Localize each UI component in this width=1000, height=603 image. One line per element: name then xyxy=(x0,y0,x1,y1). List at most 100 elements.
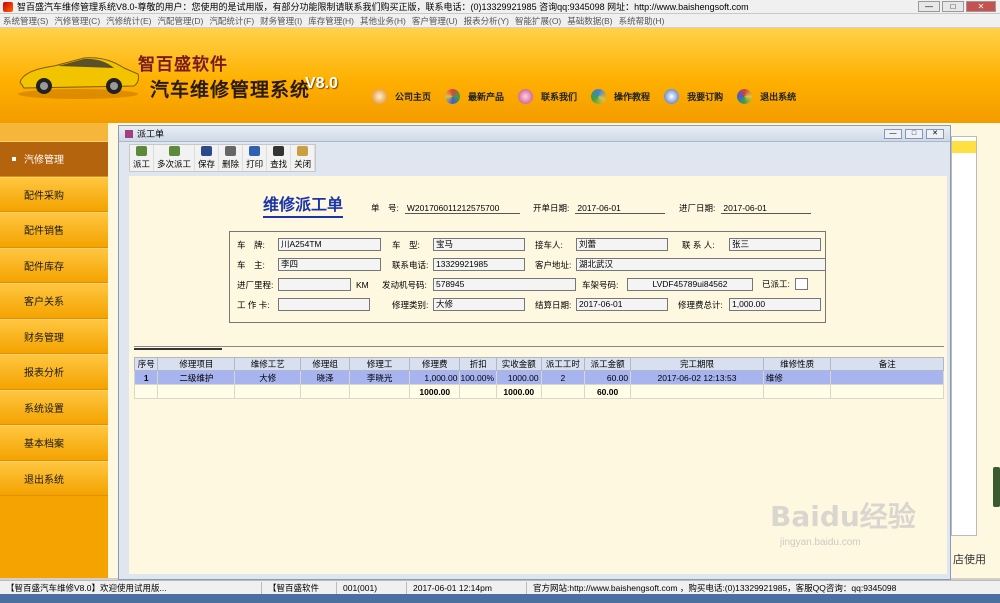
repair-type-field[interactable]: 大修 xyxy=(433,298,525,311)
title-bar: 智百盛汽车维修管理系统V8.0-尊敬的用户：您使用的是试用版，有部分功能限制请联… xyxy=(0,0,1000,14)
menu-reports[interactable]: 报表分析(Y) xyxy=(461,15,512,27)
open-date-value[interactable]: 2017-06-01 xyxy=(575,203,666,214)
close-button[interactable]: 关闭 xyxy=(291,145,316,171)
nav-order-link[interactable]: 我要订购 xyxy=(664,89,723,104)
table-cell[interactable]: 维修 xyxy=(762,370,832,385)
table-cell[interactable]: 1,000.00 xyxy=(409,370,461,385)
vin-field[interactable]: LVDF45789ui84562 xyxy=(627,278,753,291)
column-header[interactable]: 维修性质 xyxy=(762,357,832,371)
table-row[interactable]: 1 二级维护 大修 晓泽 李晓光 1,000.00 100.00% 1000.0… xyxy=(133,370,944,385)
sidebar-item-finance[interactable]: 财务管理 xyxy=(0,318,108,354)
brand-version: V8.0 xyxy=(305,75,338,92)
sidebar-item-stock[interactable]: 配件库存 xyxy=(0,247,108,283)
owner-field[interactable]: 李四 xyxy=(278,258,381,271)
sidebar-item-settings[interactable]: 系统设置 xyxy=(0,389,108,425)
delete-button[interactable]: 删除 xyxy=(219,145,244,171)
engine-number-field[interactable]: 578945 xyxy=(433,278,576,291)
scroll-handle[interactable] xyxy=(993,467,1000,507)
menu-base-data[interactable]: 基础数据(B) xyxy=(564,15,615,27)
table-cell[interactable]: 60.00 xyxy=(584,370,632,385)
menu-system[interactable]: 系统管理(S) xyxy=(0,15,51,27)
column-header[interactable]: 修理费 xyxy=(409,357,461,371)
nav-tutorial-link[interactable]: 操作教程 xyxy=(591,89,650,104)
dispatch-title-bar: 派工单 — □ ✕ xyxy=(119,126,950,142)
column-header[interactable]: 完工期限 xyxy=(630,357,764,371)
sidebar-item-crm[interactable]: 客户关系 xyxy=(0,283,108,319)
column-header[interactable]: 维修工艺 xyxy=(234,357,302,371)
home-icon xyxy=(372,89,387,104)
work-card-field[interactable] xyxy=(278,298,370,311)
dialog-maximize-button[interactable]: □ xyxy=(905,128,923,139)
settle-date-field[interactable]: 2017-06-01 xyxy=(576,298,668,311)
menu-customer[interactable]: 客户管理(U) xyxy=(409,15,461,27)
menu-finance[interactable]: 财务管理(I) xyxy=(257,15,305,27)
sidebar-item-exit[interactable]: 退出系统 xyxy=(0,460,108,496)
menu-smart[interactable]: 智能扩展(O) xyxy=(512,15,564,27)
dispatch-button[interactable]: 派工 xyxy=(130,145,155,171)
maximize-button[interactable]: □ xyxy=(942,1,964,12)
plate-field[interactable]: 川A254TM xyxy=(278,238,381,251)
nav-home-link[interactable]: 公司主页 xyxy=(372,89,431,104)
window-title: 智百盛汽车维修管理系统V8.0-尊敬的用户：您使用的是试用版，有部分功能限制请联… xyxy=(17,2,749,12)
address-field[interactable]: 湖北武汉 xyxy=(576,258,826,271)
menu-bar: 系统管理(S) 汽修管理(C) 汽修统计(E) 汽配管理(D) 汽配统计(F) … xyxy=(0,14,1000,28)
nav-products-link[interactable]: 最新产品 xyxy=(445,89,504,104)
column-header[interactable]: 备注 xyxy=(830,357,944,371)
entry-date-value[interactable]: 2017-06-01 xyxy=(721,203,812,214)
table-cell[interactable]: 二级维护 xyxy=(157,370,236,385)
table-cell[interactable]: 1000.00 xyxy=(496,370,542,385)
dialog-close-button[interactable]: ✕ xyxy=(926,128,944,139)
table-cell[interactable]: 1 xyxy=(133,370,159,385)
table-cell[interactable]: 2017-06-02 12:13:53 xyxy=(630,370,764,385)
find-icon xyxy=(273,146,285,156)
contact-field[interactable]: 张三 xyxy=(729,238,821,251)
menu-repair-stats[interactable]: 汽修统计(E) xyxy=(103,15,154,27)
menu-parts[interactable]: 汽配管理(D) xyxy=(155,15,207,27)
mileage-field[interactable] xyxy=(278,278,351,291)
table-cell[interactable]: 2 xyxy=(540,370,586,385)
column-header[interactable]: 序号 xyxy=(133,357,159,371)
column-header[interactable]: 修理工 xyxy=(349,357,411,371)
dispatch-window-icon xyxy=(125,129,133,138)
menu-repair[interactable]: 汽修管理(C) xyxy=(51,15,103,27)
table-cell[interactable]: 晓泽 xyxy=(300,370,351,385)
save-icon xyxy=(201,146,213,156)
dispatch-window-title: 派工单 xyxy=(137,129,165,139)
print-button[interactable]: 打印 xyxy=(243,145,268,171)
sidebar-item-purchase[interactable]: 配件采购 xyxy=(0,176,108,212)
app-icon xyxy=(3,1,13,12)
contact-icon xyxy=(518,89,534,104)
background-text: 店使用 xyxy=(953,554,986,566)
column-header[interactable]: 派工工时 xyxy=(540,357,586,371)
column-header[interactable]: 修理组 xyxy=(300,357,351,371)
dialog-minimize-button[interactable]: — xyxy=(884,128,902,139)
column-header[interactable]: 派工金额 xyxy=(584,357,632,371)
menu-parts-stats[interactable]: 汽配统计(F) xyxy=(206,15,257,27)
table-cell[interactable] xyxy=(830,370,944,385)
dispatched-checkbox[interactable] xyxy=(794,278,808,290)
multi-dispatch-button[interactable]: 多次派工 xyxy=(154,145,196,171)
table-cell[interactable]: 100.00% xyxy=(459,370,498,385)
save-button[interactable]: 保存 xyxy=(195,145,220,171)
nav-exit-link[interactable]: 退出系统 xyxy=(737,89,796,104)
menu-inventory[interactable]: 库存管理(H) xyxy=(305,15,357,27)
model-field[interactable]: 宝马 xyxy=(433,238,525,251)
close-window-button[interactable]: ✕ xyxy=(966,1,996,12)
column-header[interactable]: 实收金额 xyxy=(496,357,542,371)
find-button[interactable]: 查找 xyxy=(267,145,292,171)
table-cell[interactable]: 大修 xyxy=(234,370,302,385)
sidebar-item-reports[interactable]: 报表分析 xyxy=(0,354,108,390)
nav-contact-link[interactable]: 联系我们 xyxy=(518,89,577,104)
minimize-button[interactable]: — xyxy=(918,1,940,12)
table-summary-row: 1000.00 1000.00 60.00 xyxy=(133,384,944,399)
phone-field[interactable]: 13329921985 xyxy=(433,258,525,271)
menu-other[interactable]: 其他业务(H) xyxy=(357,15,409,27)
column-header[interactable]: 修理项目 xyxy=(157,357,236,371)
table-cell[interactable]: 李晓光 xyxy=(349,370,411,385)
column-header[interactable]: 折扣 xyxy=(459,357,498,371)
sidebar-item-archives[interactable]: 基本档案 xyxy=(0,425,108,461)
receiver-field[interactable]: 刘蕾 xyxy=(576,238,668,251)
menu-help[interactable]: 系统帮助(H) xyxy=(616,15,668,27)
sidebar-item-sales[interactable]: 配件销售 xyxy=(0,212,108,248)
sidebar-item-repair[interactable]: 汽修管理 xyxy=(0,141,108,177)
